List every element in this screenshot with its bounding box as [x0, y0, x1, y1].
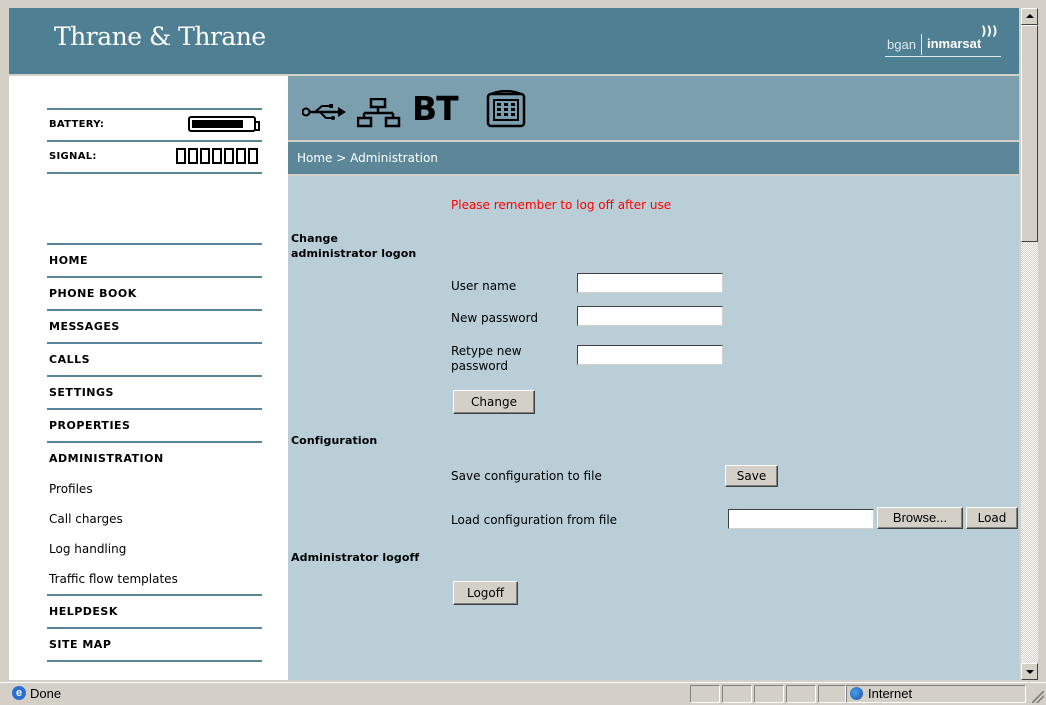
configuration-title: Configuration: [291, 434, 378, 447]
signal-bar: [212, 148, 222, 164]
status-pane: [818, 685, 846, 703]
signal-bar: [224, 148, 234, 164]
sidebar-item-phone-book[interactable]: PHONE BOOK: [47, 276, 262, 309]
logoff-button[interactable]: Logoff: [453, 581, 518, 605]
sidebar-item-home[interactable]: HOME: [47, 243, 262, 276]
save-config-label: Save configuration to file: [451, 469, 602, 483]
retype-password-label-line2: password: [451, 359, 508, 373]
sidebar-item-helpdesk[interactable]: HELPDESK: [47, 594, 262, 627]
signal-bar: [248, 148, 258, 164]
sidebar-item-properties[interactable]: PROPERTIES: [47, 408, 262, 441]
signal-bar: [188, 148, 198, 164]
sidebar: BATTERY: SIGNAL: HOME PHONE BOOK MESSAGES C…: [9, 76, 288, 680]
status-text: e Done: [12, 685, 61, 702]
breadcrumb: Home > Administration: [288, 142, 1019, 174]
retype-password-label: Retype new password: [451, 344, 522, 374]
arrow-down-icon: [1026, 670, 1034, 674]
change-logon-title: Change administrator logon: [291, 231, 416, 261]
status-done-label: Done: [30, 686, 62, 701]
logo-divider: [921, 34, 922, 55]
bluetooth-icon[interactable]: BT: [412, 92, 459, 125]
battery-level: [192, 120, 243, 128]
signal-strength-icon: [176, 148, 258, 164]
sidebar-item-traffic-flow-templates[interactable]: Traffic flow templates: [47, 564, 262, 594]
bgan-inmarsat-logo: bgan inmarsat ))): [885, 24, 1001, 57]
main-content: Please remember to log off after use Cha…: [288, 176, 1019, 680]
sidebar-item-settings[interactable]: SETTINGS: [47, 375, 262, 408]
page-header: Thrane & Thrane bgan inmarsat ))): [9, 8, 1019, 76]
username-label: User name: [451, 279, 517, 293]
scrollbar-thumb[interactable]: [1021, 25, 1038, 242]
arrow-up-icon: [1026, 14, 1034, 18]
signal-row: SIGNAL:: [47, 142, 262, 174]
sidebar-item-call-charges[interactable]: Call charges: [47, 504, 262, 534]
scroll-down-button[interactable]: [1021, 663, 1038, 680]
status-pane: [754, 685, 784, 703]
load-config-label: Load configuration from file: [451, 513, 618, 527]
change-logon-title-line2: administrator logon: [291, 247, 417, 260]
security-zone: Internet: [848, 685, 912, 703]
new-password-input[interactable]: [577, 306, 723, 326]
scroll-up-button[interactable]: [1021, 8, 1038, 25]
sidebar-item-site-map[interactable]: SITE MAP: [47, 627, 262, 660]
battery-row: BATTERY:: [47, 108, 262, 142]
change-button[interactable]: Change: [453, 390, 535, 414]
resize-grip-icon[interactable]: [1032, 691, 1044, 703]
status-pane: [722, 685, 752, 703]
load-button[interactable]: Load: [966, 507, 1018, 529]
browse-button[interactable]: Browse...: [877, 507, 963, 529]
retype-password-label-line1: Retype new: [451, 344, 522, 358]
usb-icon[interactable]: [302, 104, 348, 120]
bgan-logo-text: bgan: [887, 37, 916, 52]
page-icon: e: [12, 686, 26, 700]
signal-label: SIGNAL:: [49, 151, 97, 162]
battery-tip: [254, 121, 260, 131]
administrator-logoff-title: Administrator logoff: [291, 551, 420, 564]
save-button[interactable]: Save: [725, 465, 778, 487]
sidebar-item-administration[interactable]: ADMINISTRATION: [47, 441, 262, 474]
zone-label: Internet: [868, 686, 913, 701]
signal-bar: [236, 148, 246, 164]
device-status: BATTERY: SIGNAL:: [47, 108, 262, 174]
status-pane: [690, 685, 720, 703]
config-file-input[interactable]: [728, 509, 874, 529]
change-logon-title-line1: Change: [291, 232, 339, 245]
new-password-label: New password: [451, 311, 538, 325]
sidebar-nav: HOME PHONE BOOK MESSAGES CALLS SETTINGS PROPE…: [47, 243, 262, 662]
battery-icon: [188, 116, 260, 132]
inmarsat-logo-text: inmarsat: [927, 36, 982, 51]
browser-status-bar: e Done Internet: [0, 682, 1046, 705]
lan-icon[interactable]: [357, 98, 401, 128]
signal-bar: [176, 148, 186, 164]
retype-password-input[interactable]: [577, 345, 723, 365]
sidebar-item-log-handling[interactable]: Log handling: [47, 534, 262, 564]
username-input[interactable]: [577, 273, 723, 293]
browser-window: Thrane & Thrane bgan inmarsat ))) BATTER…: [0, 0, 1046, 705]
globe-icon: [850, 687, 863, 700]
sidebar-item-messages[interactable]: MESSAGES: [47, 309, 262, 342]
signal-bar: [200, 148, 210, 164]
interface-icons-bar: BT: [288, 76, 1019, 140]
brand-logo: Thrane & Thrane: [54, 22, 266, 51]
phone-icon[interactable]: [486, 90, 526, 128]
battery-label: BATTERY:: [49, 119, 105, 130]
signal-waves-icon: ))): [981, 24, 998, 38]
vertical-scrollbar[interactable]: [1021, 8, 1038, 680]
logoff-warning: Please remember to log off after use: [451, 198, 672, 212]
status-pane: [786, 685, 816, 703]
sidebar-item-profiles[interactable]: Profiles: [47, 474, 262, 504]
sidebar-item-calls[interactable]: CALLS: [47, 342, 262, 375]
